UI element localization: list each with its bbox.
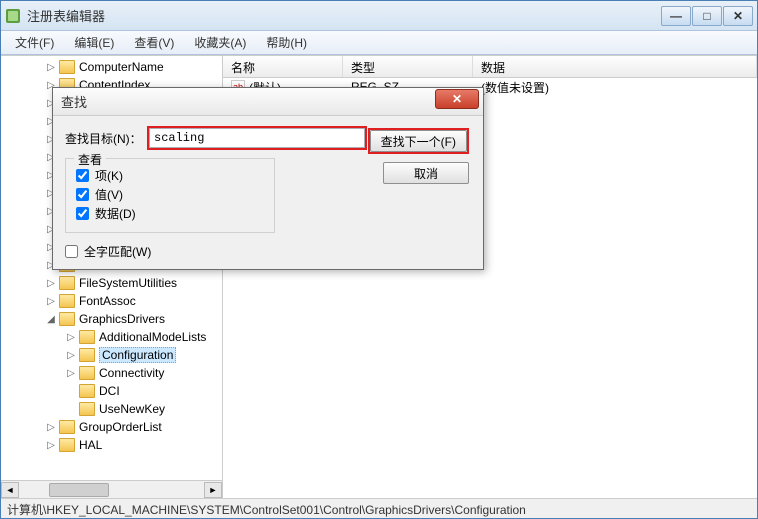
find-next-button[interactable]: 查找下一个(F) [370, 130, 467, 152]
chk-data[interactable]: 数据(D) [76, 205, 264, 222]
list-header: 名称 类型 数据 [223, 56, 757, 78]
menu-help[interactable]: 帮助(H) [258, 32, 315, 53]
chk-keys[interactable]: 项(K) [76, 167, 264, 184]
scroll-right-arrow[interactable]: ► [204, 482, 222, 498]
menu-file[interactable]: 文件(F) [7, 32, 62, 53]
tree-item[interactable]: ▷ Connectivity [1, 364, 222, 382]
col-type[interactable]: 类型 [343, 56, 473, 77]
folder-icon [59, 438, 75, 452]
chk-values-box[interactable] [76, 188, 89, 201]
col-name[interactable]: 名称 [223, 56, 343, 77]
find-dialog: 查找 ✕ 查找目标(N)： 查看 项(K) 值(V) 数据(D) 全字匹配(W)… [52, 87, 484, 270]
dialog-title: 查找 [61, 92, 435, 111]
tree-item-label: DCI [99, 384, 120, 398]
statusbar: 计算机\HKEY_LOCAL_MACHINE\SYSTEM\ControlSet… [1, 498, 757, 518]
expand-icon[interactable] [65, 403, 77, 415]
folder-icon [79, 402, 95, 416]
find-next-highlight: 查找下一个(F) [368, 128, 469, 154]
tree-item[interactable]: ▷ ComputerName [1, 58, 222, 76]
tree-item-label: ComputerName [79, 60, 164, 74]
folder-icon [59, 294, 75, 308]
titlebar: 注册表编辑器 — □ ✕ [1, 1, 757, 31]
folder-icon [79, 330, 95, 344]
tree-item-label: AdditionalModeLists [99, 330, 206, 344]
menu-edit[interactable]: 编辑(E) [66, 32, 122, 53]
scroll-thumb[interactable] [49, 483, 109, 497]
chk-data-box[interactable] [76, 207, 89, 220]
find-input-highlight [147, 126, 367, 150]
scroll-track[interactable] [19, 482, 204, 498]
chk-keys-label: 项(K) [95, 167, 123, 184]
chk-values[interactable]: 值(V) [76, 186, 264, 203]
expand-icon[interactable]: ▷ [65, 367, 77, 379]
chk-wholeword-box[interactable] [65, 245, 78, 258]
tree-item-label: FileSystemUtilities [79, 276, 177, 290]
folder-icon [79, 348, 95, 362]
tree-item-label: GraphicsDrivers [79, 312, 165, 326]
window-controls: — □ ✕ [661, 6, 753, 26]
find-input[interactable] [149, 128, 365, 148]
col-data[interactable]: 数据 [473, 56, 757, 77]
menu-favorites[interactable]: 收藏夹(A) [186, 32, 254, 53]
lookat-group: 查看 项(K) 值(V) 数据(D) [65, 158, 275, 233]
scroll-left-arrow[interactable]: ◄ [1, 482, 19, 498]
chk-wholeword[interactable]: 全字匹配(W) [65, 243, 471, 260]
app-icon [5, 8, 21, 24]
dialog-close-button[interactable]: ✕ [435, 89, 479, 109]
tree-item-label: GroupOrderList [79, 420, 162, 434]
chk-wholeword-label: 全字匹配(W) [84, 243, 151, 260]
tree-item[interactable]: ▷ FileSystemUtilities [1, 274, 222, 292]
expand-icon[interactable]: ▷ [45, 295, 57, 307]
tree-item[interactable]: DCI [1, 382, 222, 400]
tree-item[interactable]: ◢ GraphicsDrivers [1, 310, 222, 328]
expand-icon[interactable]: ▷ [45, 61, 57, 73]
menu-view[interactable]: 查看(V) [126, 32, 182, 53]
tree-item-label: FontAssoc [79, 294, 136, 308]
tree-item-label: UseNewKey [99, 402, 165, 416]
value-data: (数值未设置) [473, 79, 757, 96]
tree-item-label: Configuration [99, 347, 176, 363]
tree-item[interactable]: ▷ AdditionalModeLists [1, 328, 222, 346]
expand-icon[interactable] [65, 385, 77, 397]
folder-icon [59, 276, 75, 290]
window-title: 注册表编辑器 [27, 6, 661, 25]
tree-item-label: HAL [79, 438, 102, 452]
menubar: 文件(F) 编辑(E) 查看(V) 收藏夹(A) 帮助(H) [1, 31, 757, 55]
tree-item[interactable]: ▷ GroupOrderList [1, 418, 222, 436]
expand-icon[interactable]: ◢ [45, 313, 57, 325]
cancel-button[interactable]: 取消 [383, 162, 469, 184]
tree-item[interactable]: ▷ Configuration [1, 346, 222, 364]
expand-icon[interactable]: ▷ [65, 331, 77, 343]
tree-item[interactable]: ▷ HAL [1, 436, 222, 454]
tree-horizontal-scrollbar[interactable]: ◄ ► [1, 480, 222, 498]
dialog-buttons: 查找下一个(F) 取消 [368, 128, 469, 184]
minimize-button[interactable]: — [661, 6, 691, 26]
find-label: 查找目标(N)： [65, 130, 147, 147]
expand-icon[interactable]: ▷ [65, 349, 77, 361]
expand-icon[interactable]: ▷ [45, 439, 57, 451]
tree-item[interactable]: UseNewKey [1, 400, 222, 418]
dialog-titlebar: 查找 ✕ [53, 88, 483, 116]
maximize-button[interactable]: □ [692, 6, 722, 26]
chk-values-label: 值(V) [95, 186, 123, 203]
folder-icon [59, 312, 75, 326]
lookat-legend: 查看 [74, 151, 106, 168]
expand-icon[interactable]: ▷ [45, 277, 57, 289]
tree-item[interactable]: ▷ FontAssoc [1, 292, 222, 310]
chk-keys-box[interactable] [76, 169, 89, 182]
chk-data-label: 数据(D) [95, 205, 136, 222]
close-button[interactable]: ✕ [723, 6, 753, 26]
folder-icon [79, 384, 95, 398]
folder-icon [59, 60, 75, 74]
folder-icon [79, 366, 95, 380]
tree-item-label: Connectivity [99, 366, 164, 380]
folder-icon [59, 420, 75, 434]
expand-icon[interactable]: ▷ [45, 421, 57, 433]
